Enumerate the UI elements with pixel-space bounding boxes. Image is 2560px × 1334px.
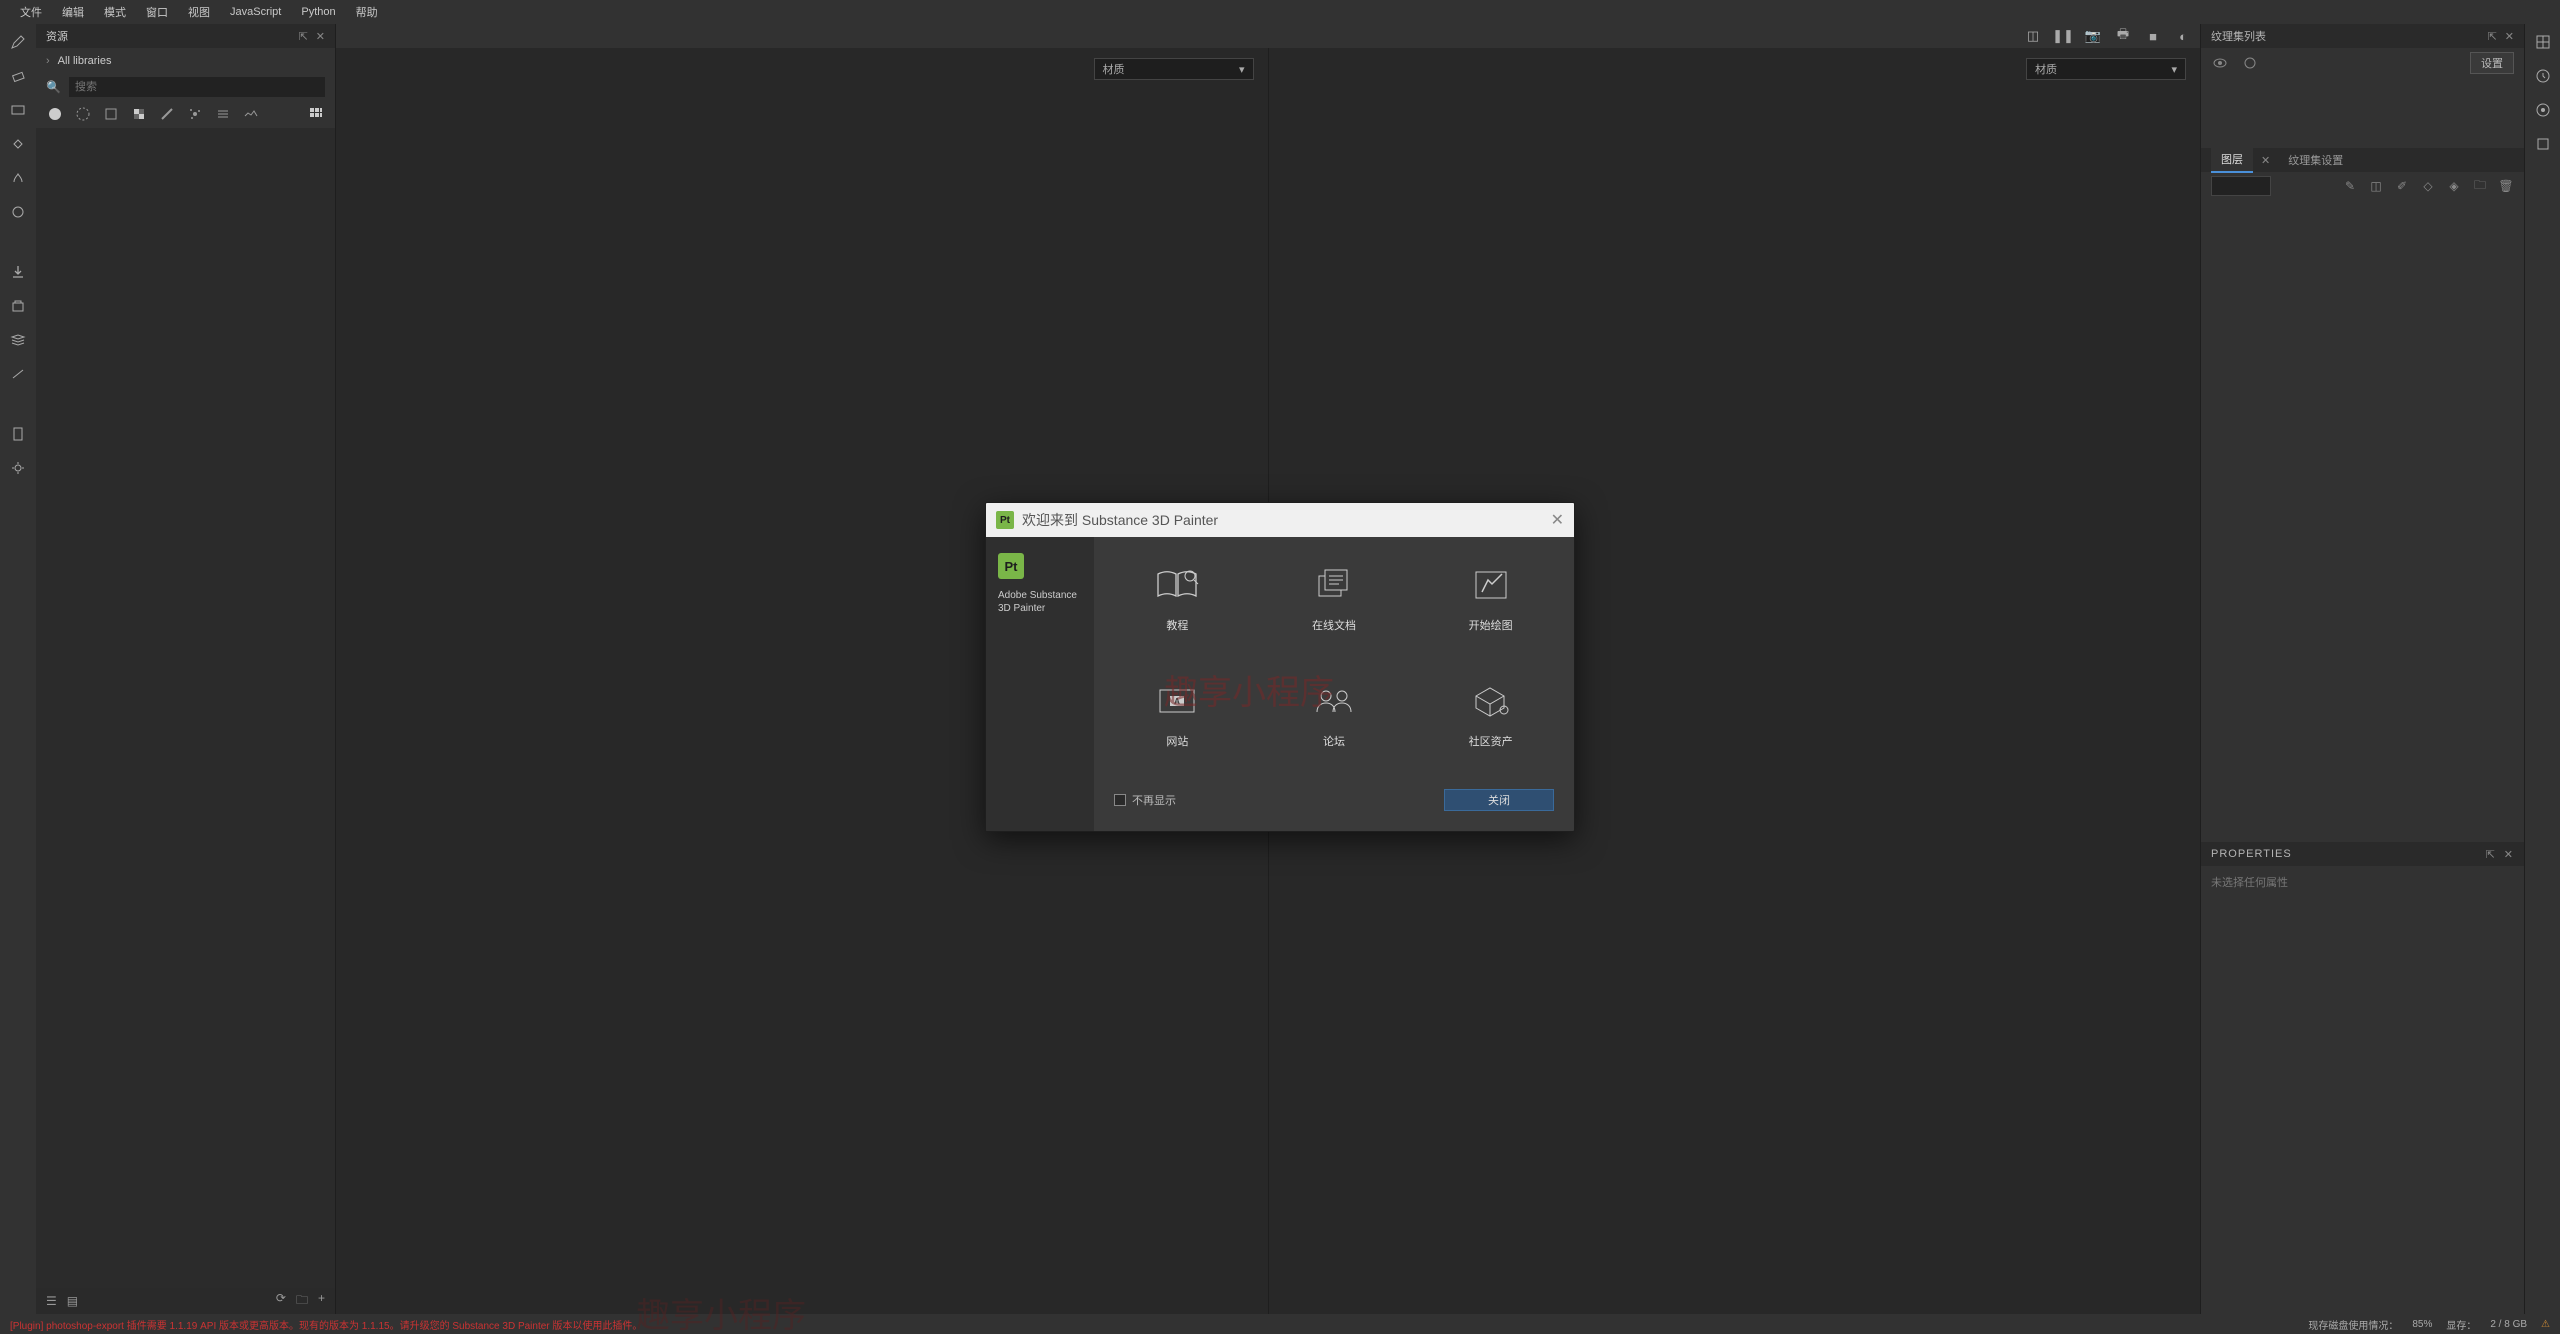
website-icon: A — [1149, 683, 1205, 719]
modal-sidebar: Pt Adobe Substance 3D Painter — [986, 537, 1094, 831]
close-button[interactable]: 关闭 — [1444, 789, 1554, 811]
card-label: 教程 — [1166, 617, 1188, 633]
forum-icon — [1306, 683, 1362, 719]
card-label: 社区资产 — [1469, 733, 1513, 749]
card-label: 网站 — [1166, 733, 1188, 749]
pt-app-icon: Pt — [996, 511, 1014, 529]
modal-product-name: Adobe Substance 3D Painter — [998, 589, 1082, 615]
checkbox-label: 不再显示 — [1132, 792, 1176, 808]
card-docs[interactable]: 在线文档 — [1271, 567, 1398, 633]
card-paint[interactable]: 开始绘图 — [1427, 567, 1554, 633]
welcome-modal-backdrop: Pt 欢迎来到 Substance 3D Painter ✕ Pt Adobe … — [0, 0, 2560, 1334]
svg-text:A: A — [1174, 697, 1180, 706]
docs-icon — [1306, 567, 1362, 603]
community-icon — [1463, 683, 1519, 719]
book-icon — [1149, 567, 1205, 603]
card-label: 开始绘图 — [1469, 617, 1513, 633]
checkbox-box — [1114, 794, 1126, 806]
pt-logo-icon: Pt — [998, 553, 1024, 579]
modal-title-text: 欢迎来到 Substance 3D Painter — [1022, 510, 1218, 530]
paint-icon — [1463, 567, 1519, 603]
card-label: 在线文档 — [1312, 617, 1356, 633]
modal-close-icon[interactable]: ✕ — [1551, 510, 1564, 530]
card-tutorials[interactable]: 教程 — [1114, 567, 1241, 633]
card-community[interactable]: 社区资产 — [1427, 683, 1554, 749]
modal-titlebar: Pt 欢迎来到 Substance 3D Painter ✕ — [986, 503, 1574, 537]
card-label: 论坛 — [1323, 733, 1345, 749]
welcome-modal: Pt 欢迎来到 Substance 3D Painter ✕ Pt Adobe … — [985, 502, 1575, 832]
card-website[interactable]: A 网站 — [1114, 683, 1241, 749]
card-forum[interactable]: 论坛 — [1271, 683, 1398, 749]
dont-show-checkbox[interactable]: 不再显示 — [1114, 792, 1176, 808]
